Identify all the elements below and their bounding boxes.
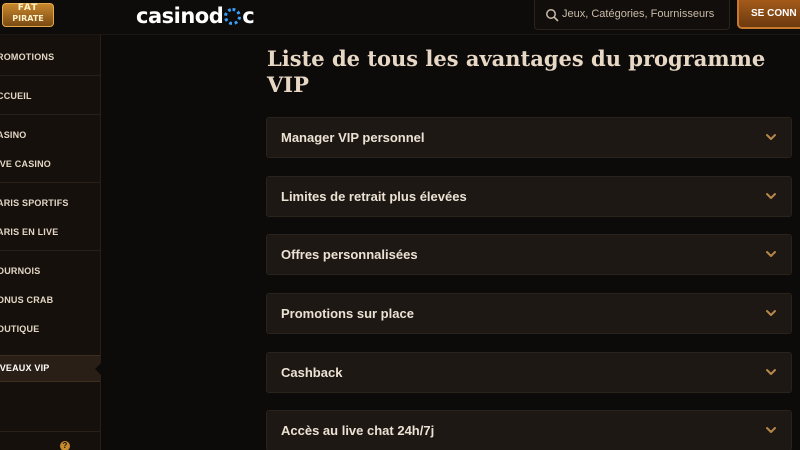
sidebar-item-label: IVEAUX VIP (0, 363, 50, 373)
casinodoc-logo-text-end: c (242, 4, 255, 28)
search-placeholder: Jeux, Catégories, Fournisseurs (562, 8, 715, 20)
casinodoc-logo[interactable]: casinod c (136, 4, 255, 28)
accordion-label: Accès au live chat 24h/7j (281, 423, 435, 438)
casinodoc-logo-text: casinod (136, 4, 224, 28)
accordion-item[interactable]: Accès au live chat 24h/7j (266, 410, 792, 450)
sidebar-item-live-casino[interactable]: IVE CASINO (0, 156, 100, 176)
sidebar-item-accueil[interactable]: CCUEIL (0, 88, 100, 108)
accordion-label: Limites de retrait plus élevées (281, 189, 467, 204)
sidebar-item-niveaux-vip[interactable]: IVEAUX VIP (0, 355, 101, 382)
chevron-down-icon (766, 369, 776, 375)
divider (0, 250, 100, 251)
accordion-item[interactable]: Limites de retrait plus élevées (266, 176, 792, 217)
chevron-down-icon (766, 427, 776, 433)
help-icon[interactable]: ? (60, 441, 70, 450)
sidebar-item-label: ASINO (0, 130, 27, 140)
chevron-down-icon (766, 251, 776, 257)
login-button[interactable]: SE CONN (737, 0, 800, 29)
search-icon (546, 9, 559, 22)
accordion-label: Cashback (281, 365, 343, 380)
sidebar-item-tournois[interactable]: OURNOIS (0, 263, 100, 283)
active-indicator (95, 363, 101, 375)
divider (0, 114, 100, 115)
chevron-down-icon (766, 193, 776, 199)
sidebar-item-label: OURNOIS (0, 266, 41, 276)
accordion-label: Promotions sur place (281, 306, 414, 321)
sidebar-item-label: ARIS EN LIVE (0, 227, 59, 237)
sidebar-item-paris-sportifs[interactable]: ARIS SPORTIFS (0, 195, 100, 215)
sidebar-item-label: CCUEIL (0, 91, 32, 101)
sidebar-item-casino[interactable]: ASINO (0, 127, 100, 147)
accordion-item[interactable]: Manager VIP personnel (266, 117, 792, 158)
poker-chip-icon (224, 8, 242, 25)
page: FAT PIRATE casinod c Jeux, Catégories, Fo… (0, 0, 800, 450)
sidebar-item-label: ROMOTIONS (0, 52, 55, 62)
fat-pirate-logo[interactable]: FAT PIRATE (0, 0, 56, 30)
accordion-item[interactable]: Cashback (266, 352, 792, 393)
sidebar-item-label: ARIS SPORTIFS (0, 198, 69, 208)
sidebar-item-label: ONUS CRAB (0, 295, 54, 305)
accordion-item[interactable]: Offres personnalisées (266, 234, 792, 275)
logo-line-2: PIRATE (12, 14, 44, 23)
sidebar-item-promotions[interactable]: ROMOTIONS (0, 49, 100, 69)
accordion-label: Manager VIP personnel (281, 130, 425, 145)
page-title: Liste de tous les avantages du programme… (267, 46, 766, 97)
sidebar: ROMOTIONS CCUEIL ASINO IVE CASINO ARIS S… (0, 35, 101, 450)
top-bar: FAT PIRATE casinod c Jeux, Catégories, Fo… (0, 0, 800, 35)
logo-line-1: FAT (17, 3, 39, 13)
search-field[interactable]: Jeux, Catégories, Fournisseurs (534, 0, 730, 30)
sidebar-item-boutique[interactable]: OUTIQUE (0, 321, 100, 341)
accordion-item[interactable]: Promotions sur place (266, 293, 792, 334)
divider (0, 75, 100, 76)
chevron-down-icon (766, 310, 776, 316)
divider (0, 431, 100, 432)
sidebar-item-label: OUTIQUE (0, 324, 40, 334)
sidebar-item-bonus-crab[interactable]: ONUS CRAB (0, 292, 100, 312)
login-button-label: SE CONN (751, 8, 797, 19)
chevron-down-icon (766, 134, 776, 140)
sidebar-item-paris-en-live[interactable]: ARIS EN LIVE (0, 224, 100, 244)
divider (0, 182, 100, 183)
sidebar-item-label: IVE CASINO (0, 159, 52, 169)
accordion-label: Offres personnalisées (281, 247, 418, 262)
